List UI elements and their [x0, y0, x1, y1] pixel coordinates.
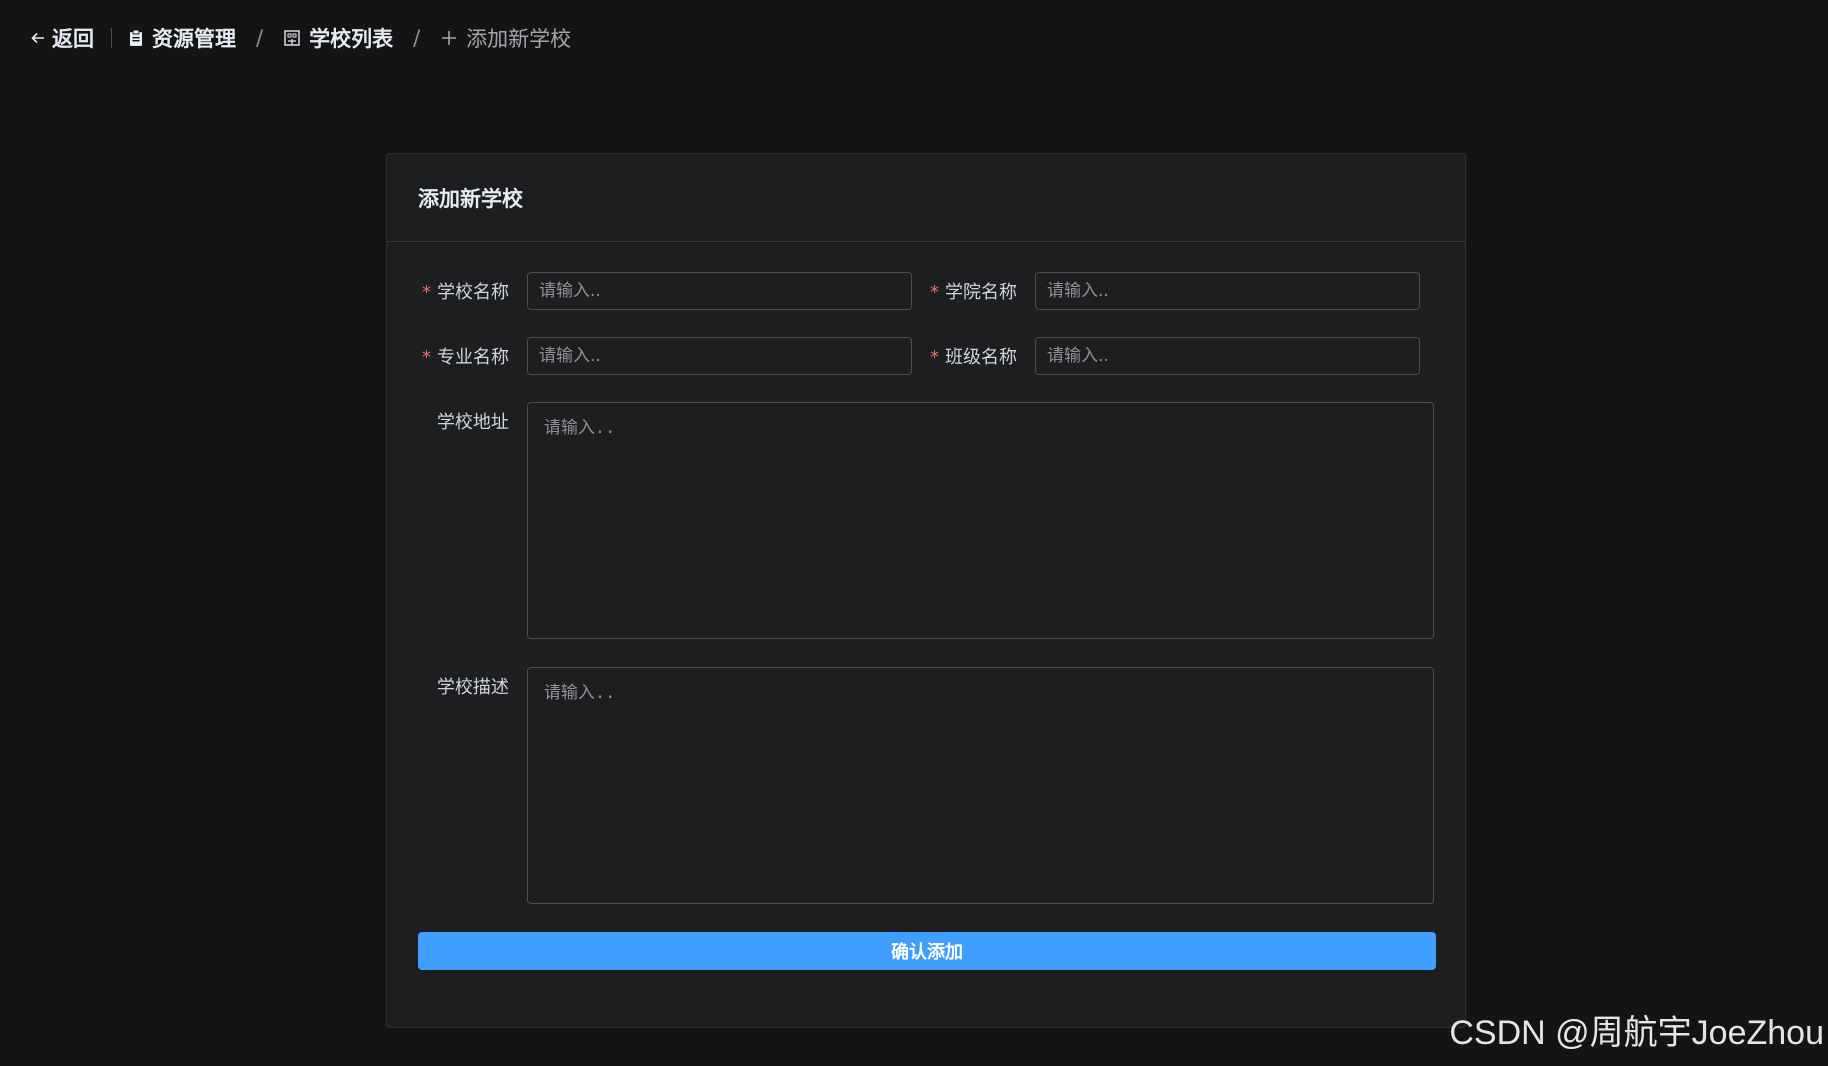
school-name-field: * 学校名称 — [418, 272, 926, 310]
add-school-card: 添加新学校 *学校名称 *学院名称 *专业名称 *班级名称 学校地址 — [386, 153, 1466, 1028]
school-name-label: * 学校名称 — [422, 282, 509, 303]
confirm-add-button[interactable]: 确认添加 — [418, 932, 1436, 970]
page-header: 返回 资源管理 / 学校列表 / 添加新学校 — [30, 22, 571, 54]
breadcrumb-label: 添加新学校 — [466, 27, 572, 51]
school-name-input[interactable] — [527, 272, 912, 310]
building-icon — [284, 30, 300, 46]
college-name-label: * 学院名称 — [930, 282, 1017, 303]
form-row: *专业名称 *班级名称 — [418, 337, 1434, 375]
class-name-field: * 班级名称 — [926, 337, 1434, 375]
major-name-label: * 专业名称 — [422, 347, 509, 368]
college-name-input[interactable] — [1035, 272, 1420, 310]
address-textarea[interactable] — [526, 402, 1434, 639]
major-name-field: * 专业名称 — [418, 337, 926, 375]
description-field: 学校描述 — [418, 667, 1434, 904]
breadcrumb-school-list[interactable]: 学校列表 — [283, 23, 393, 53]
major-name-input[interactable] — [527, 337, 912, 375]
back-label: 返回 — [52, 27, 94, 51]
watermark: CSDN @周航宇JoeZhou — [1449, 1014, 1824, 1052]
address-field: 学校地址 — [418, 402, 1434, 639]
breadcrumb-add-school: 添加新学校 — [440, 23, 571, 53]
class-name-input[interactable] — [1035, 337, 1420, 375]
breadcrumb-label: 资源管理 — [152, 27, 236, 51]
address-label: 学校地址 — [436, 412, 509, 433]
arrow-left-icon — [31, 32, 44, 44]
college-name-field: * 学院名称 — [926, 272, 1434, 310]
breadcrumb-label: 学校列表 — [309, 27, 394, 51]
description-textarea[interactable] — [526, 667, 1434, 904]
card-title: 添加新学校 — [387, 154, 1465, 242]
form-row: *学校名称 *学院名称 — [418, 272, 1434, 310]
back-button[interactable]: 返回 — [30, 23, 94, 53]
breadcrumb-separator: / — [256, 26, 264, 50]
plus-icon — [442, 31, 457, 45]
class-name-label: * 班级名称 — [930, 347, 1017, 368]
description-label: 学校描述 — [436, 677, 509, 698]
required-mark: * — [930, 347, 939, 368]
required-mark: * — [422, 347, 431, 368]
header-divider — [111, 28, 112, 48]
breadcrumb-separator: / — [413, 26, 421, 50]
breadcrumb-resource-management[interactable]: 资源管理 — [128, 23, 236, 53]
add-school-form: *学校名称 *学院名称 *专业名称 *班级名称 学校地址 学校描述 — [387, 242, 1465, 970]
required-mark: * — [930, 282, 939, 303]
clipboard-icon — [130, 29, 142, 46]
required-mark: * — [422, 282, 431, 303]
